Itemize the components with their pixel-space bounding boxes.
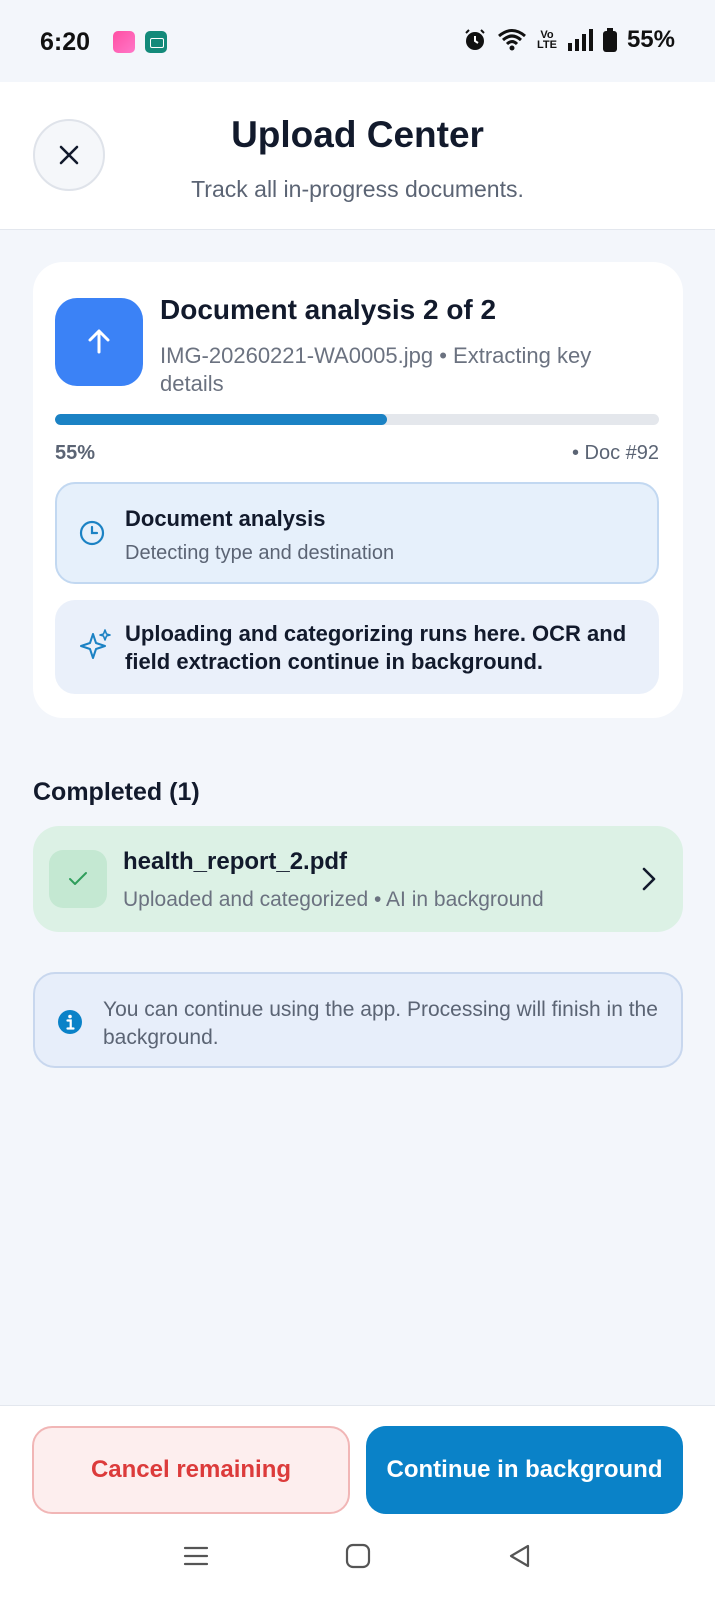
system-nav-bar — [0, 1542, 715, 1582]
clock-icon — [79, 520, 105, 546]
completed-file-name: health_report_2.pdf — [123, 848, 348, 875]
status-time: 6:20 — [40, 28, 91, 56]
recent-apps-icon[interactable] — [182, 1542, 210, 1570]
file-info: IMG-20260221-WA0005.jpg • Extracting key… — [160, 343, 592, 396]
info-text: You can continue using the app. Processi… — [103, 998, 658, 1049]
battery-percent: 55% — [626, 26, 675, 53]
alarm-icon — [465, 29, 485, 50]
back-icon[interactable] — [506, 1542, 534, 1570]
notification-message-icon — [145, 31, 167, 53]
step-title: Document analysis — [125, 506, 326, 531]
volte-icon: Vo LTE — [536, 29, 557, 51]
progress-fill — [55, 414, 388, 425]
background-note: Uploading and categorizing runs here. OC… — [55, 600, 659, 694]
home-icon[interactable] — [344, 1542, 372, 1570]
doc-number: • Doc #92 — [571, 442, 659, 464]
info-banner: You can continue using the app. Processi… — [33, 972, 683, 1068]
notification-app-icon — [113, 31, 135, 53]
wifi-icon — [498, 29, 526, 51]
current-step: Document analysis Detecting type and des… — [55, 482, 659, 584]
page-title: Upload Center — [231, 114, 484, 155]
completed-heading: Completed (1) — [33, 778, 200, 806]
battery-icon — [602, 28, 617, 52]
status-bar: 6:20 Vo LTE 55% — [0, 0, 715, 82]
chevron-right-icon — [642, 867, 656, 891]
arrow-up-icon — [88, 329, 110, 354]
check-icon — [69, 872, 87, 885]
current-upload-card: Document analysis 2 of 2 IMG-20260221-WA… — [33, 262, 683, 718]
step-subtitle: Detecting type and destination — [125, 542, 395, 564]
upload-badge — [55, 298, 143, 386]
page-subtitle: Track all in-progress documents. — [191, 176, 524, 202]
signal-icon — [567, 29, 593, 51]
background-note-text: Uploading and categorizing runs here. OC… — [125, 621, 627, 674]
check-badge — [49, 850, 107, 908]
footer: Cancel remaining Continue in background — [0, 1405, 715, 1600]
analysis-title: Document analysis 2 of 2 — [160, 294, 497, 325]
sparkles-icon — [80, 629, 111, 659]
info-icon — [58, 1010, 82, 1034]
header: Upload Center Track all in-progress docu… — [0, 82, 715, 230]
continue-in-background-button[interactable]: Continue in background — [366, 1426, 683, 1514]
completed-item[interactable]: health_report_2.pdf Uploaded and categor… — [33, 826, 683, 932]
progress-bar — [55, 414, 659, 425]
progress-percent: 55% — [55, 442, 96, 464]
cancel-remaining-button[interactable]: Cancel remaining — [32, 1426, 350, 1514]
status-icons: Vo LTE 55% — [463, 26, 675, 54]
completed-file-status: Uploaded and categorized • AI in backgro… — [123, 888, 544, 911]
